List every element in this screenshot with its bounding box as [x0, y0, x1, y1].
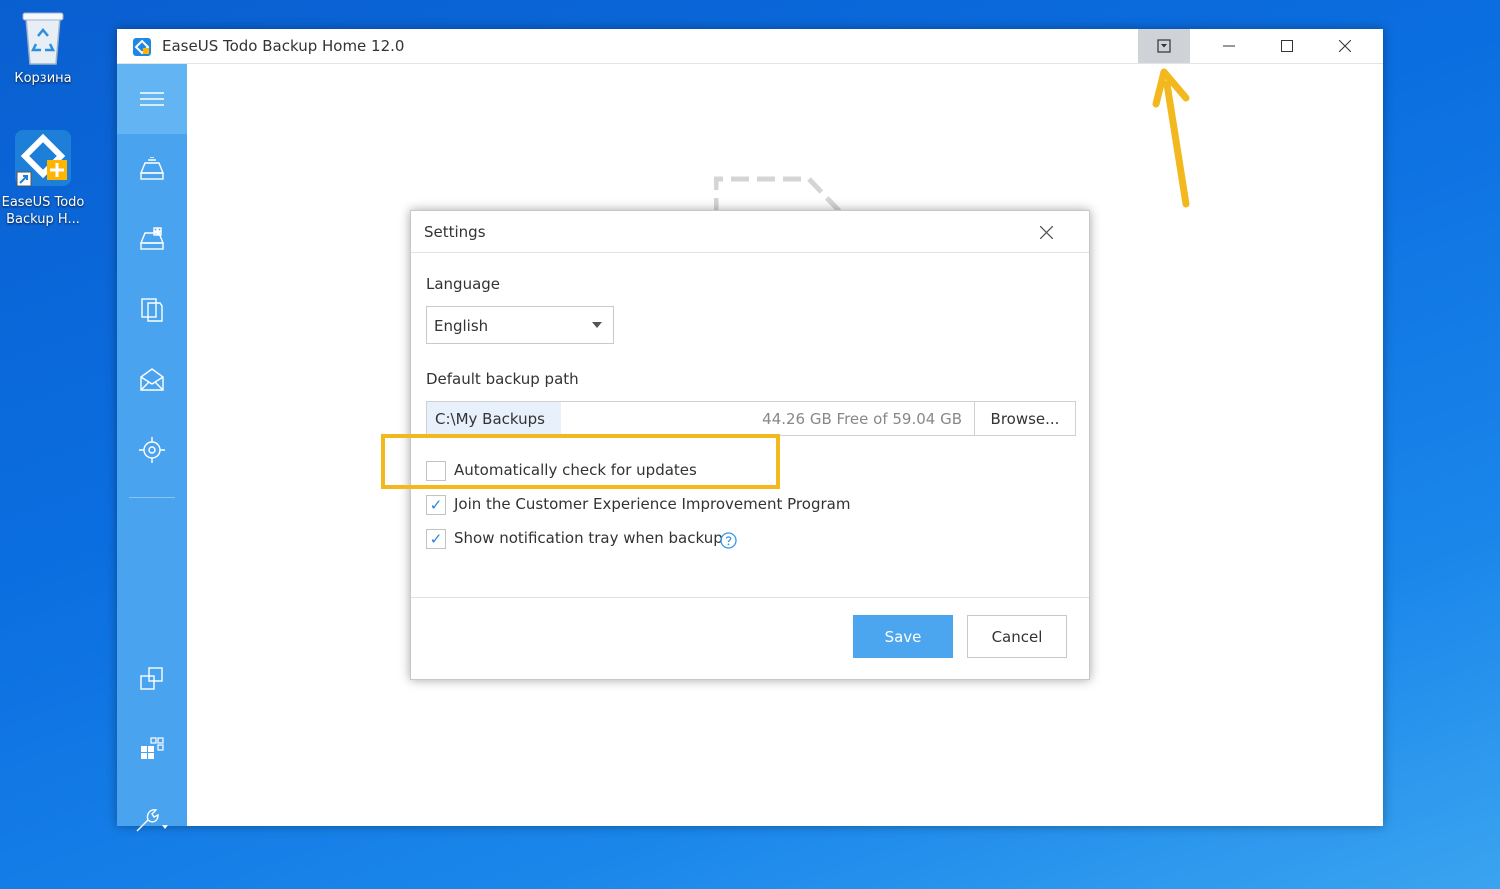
sidebar-item-tools[interactable] — [117, 795, 187, 845]
notification-tray-checkbox[interactable]: ✓ — [426, 529, 446, 549]
backup-path-free-space: 44.26 GB Free of 59.04 GB — [762, 410, 962, 428]
clone-icon — [140, 667, 163, 690]
title-bar: EaseUS Todo Backup Home 12.0 — [117, 29, 1383, 64]
cancel-button[interactable]: Cancel — [967, 615, 1067, 658]
dialog-header-divider — [411, 252, 1089, 253]
desktop-icon-recycle-bin[interactable]: Корзина — [0, 8, 88, 87]
window-title: EaseUS Todo Backup Home 12.0 — [162, 37, 405, 55]
notification-tray-label: Show notification tray when backup — [454, 529, 723, 547]
dialog-close-button[interactable] — [1035, 221, 1057, 243]
sidebar-separator — [129, 497, 175, 498]
caret-down-icon — [592, 322, 602, 328]
sidebar-item-smart-backup[interactable] — [117, 425, 187, 475]
browse-button[interactable]: Browse... — [974, 401, 1076, 436]
backup-path-label: Default backup path — [426, 370, 579, 388]
close-icon — [1039, 225, 1053, 239]
mail-backup-icon — [140, 368, 164, 391]
minimize-icon — [1223, 45, 1235, 47]
maximize-icon — [1281, 40, 1293, 52]
desktop-icon-label: EaseUS Todo Backup H... — [1, 195, 85, 227]
backup-path-field[interactable]: C:\My Backups 44.26 GB Free of 59.04 GB — [426, 401, 975, 436]
file-backup-icon — [141, 298, 163, 322]
sidebar — [117, 64, 187, 832]
ceip-checkbox[interactable]: ✓ — [426, 495, 446, 515]
sidebar-item-disk-backup[interactable] — [117, 145, 187, 195]
close-icon — [1339, 40, 1351, 52]
sidebar-menu-button[interactable] — [117, 64, 187, 134]
dropdown-box-icon — [1157, 39, 1171, 53]
desktop-icon-easeus[interactable]: EaseUS Todo Backup H... — [0, 128, 88, 228]
sidebar-item-file-backup[interactable] — [117, 285, 187, 335]
minimize-button[interactable] — [1201, 29, 1257, 63]
save-button[interactable]: Save — [853, 615, 953, 658]
maximize-button[interactable] — [1259, 29, 1315, 63]
backup-path-value: C:\My Backups — [427, 402, 561, 435]
close-button[interactable] — [1317, 29, 1373, 63]
language-select[interactable]: English — [426, 306, 614, 344]
sidebar-item-mail-backup[interactable] — [117, 355, 187, 405]
system-backup-icon — [139, 227, 165, 250]
dialog-title: Settings — [424, 223, 486, 241]
sidebar-item-system-transfer[interactable] — [117, 724, 187, 774]
language-label: Language — [426, 275, 501, 293]
highlight-box — [381, 434, 780, 489]
easeus-app-icon — [13, 128, 73, 190]
app-logo-icon — [133, 38, 151, 56]
smart-backup-icon — [139, 437, 165, 463]
language-selected-value: English — [434, 317, 489, 335]
system-transfer-icon — [141, 737, 164, 759]
tools-icon — [136, 809, 168, 832]
dialog-footer-divider — [411, 597, 1089, 598]
menu-dropdown-button[interactable] — [1138, 29, 1190, 63]
help-icon[interactable] — [720, 532, 737, 549]
sidebar-item-system-backup[interactable] — [117, 215, 187, 265]
disk-backup-icon — [139, 157, 165, 180]
menu-icon — [140, 92, 164, 106]
sidebar-item-clone[interactable] — [117, 654, 187, 704]
recycle-bin-icon — [18, 8, 68, 66]
ceip-label: Join the Customer Experience Improvement… — [454, 495, 851, 513]
annotation-arrow-icon — [1140, 62, 1210, 212]
desktop-icon-label: Корзина — [14, 71, 72, 86]
